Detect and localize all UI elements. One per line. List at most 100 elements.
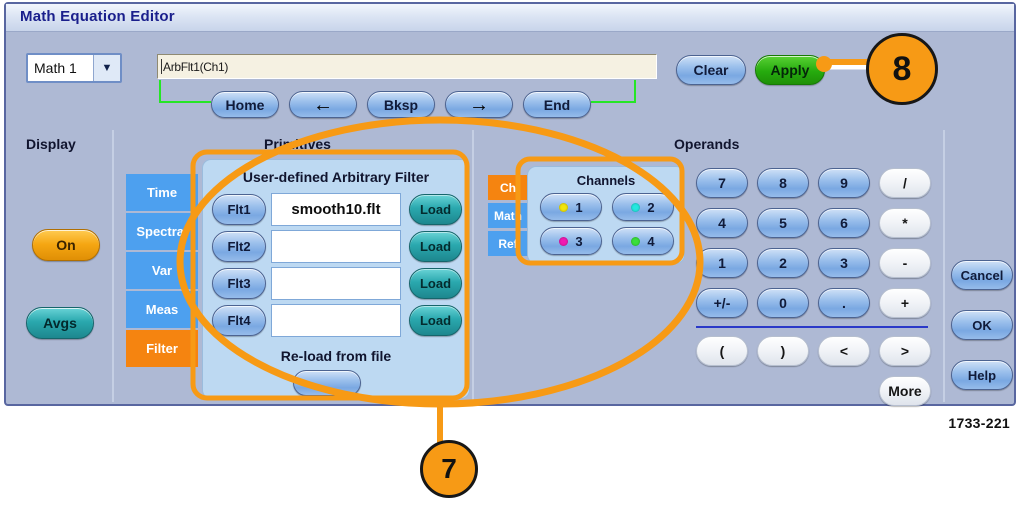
tab-var[interactable]: Var [126,252,198,289]
key-multiply[interactable]: * [879,208,931,238]
key-sign[interactable]: +/- [696,288,748,318]
channel-4-color-dot [631,236,641,246]
key-9-label: 9 [840,175,848,191]
callout-8-number: 8 [892,49,912,88]
flt4-label: Flt4 [227,313,251,328]
tab-time[interactable]: Time [126,174,198,211]
apply-button-label: Apply [770,62,810,78]
flt4-filename-input[interactable] [271,304,401,337]
key-8-label: 8 [779,175,787,191]
channels-panel: Channels 1 2 3 4 [527,166,685,264]
key-paren-open-label: ( [719,343,725,359]
display-on-button[interactable]: On [32,229,100,261]
clear-button-label: Clear [693,62,729,78]
flt2-load-button[interactable]: Load [409,231,462,262]
cancel-button[interactable]: Cancel [951,260,1013,290]
end-button[interactable]: End [523,91,591,118]
home-button-label: Home [225,96,265,113]
tab-spectral[interactable]: Spectral [126,213,198,250]
apply-button[interactable]: Apply [755,55,825,85]
ok-button[interactable]: OK [951,310,1013,340]
flt3-filename-input[interactable] [271,267,401,300]
key-9[interactable]: 9 [818,168,870,198]
key-paren-open[interactable]: ( [696,336,748,366]
channel-3-label: 3 [575,233,583,249]
reload-from-file-button[interactable] [293,370,361,396]
math-select-dropdown[interactable]: Math 1 ▼ [26,53,122,83]
backspace-button[interactable]: Bksp [367,91,435,118]
flt2-button[interactable]: Flt2 [212,231,266,262]
key-plus[interactable]: + [879,288,931,318]
key-6-label: 6 [840,215,848,231]
equation-value: ArbFlt1(Ch1) [163,59,229,74]
key-6[interactable]: 6 [818,208,870,238]
display-avgs-button[interactable]: Avgs [26,307,94,339]
channel-2-label: 2 [647,199,655,215]
tab-source-ch-label: Ch [500,180,516,195]
arbitrary-filter-panel: User-defined Arbitrary Filter Flt1 smoot… [202,159,470,399]
flt3-load-button[interactable]: Load [409,268,462,299]
flt3-button[interactable]: Flt3 [212,268,266,299]
flt1-load-label: Load [419,202,452,217]
key-3-label: 3 [840,255,848,271]
arrow-right-icon: → [469,93,489,116]
flt2-load-label: Load [419,239,452,254]
backspace-button-label: Bksp [383,96,419,113]
key-1[interactable]: 1 [696,248,748,278]
clear-button[interactable]: Clear [676,55,746,85]
key-3[interactable]: 3 [818,248,870,278]
equation-input[interactable]: ArbFlt1(Ch1) [157,54,657,79]
filter-row-3: Flt3 Load [203,266,469,302]
flt1-filename-input[interactable]: smooth10.flt [271,193,401,226]
flt2-filename-input[interactable] [271,230,401,263]
flt3-label: Flt3 [227,276,251,291]
flt1-button[interactable]: Flt1 [212,194,266,225]
key-decimal[interactable]: . [818,288,870,318]
flt1-filename-value: smooth10.flt [291,201,381,218]
key-4[interactable]: 4 [696,208,748,238]
filter-panel-title: User-defined Arbitrary Filter [242,169,430,185]
key-5[interactable]: 5 [757,208,809,238]
cursor-right-button[interactable]: → [445,91,513,118]
divider-operands-actions [943,130,945,402]
help-button[interactable]: Help [951,360,1013,390]
reload-from-file-label: Re-load from file [280,348,392,364]
flt1-load-button[interactable]: Load [409,194,462,225]
flt4-load-button[interactable]: Load [409,305,462,336]
channel-3-button[interactable]: 3 [540,227,602,255]
key-divide[interactable]: / [879,168,931,198]
callout-8: 8 [866,33,938,105]
cursor-left-button[interactable]: ← [289,91,357,118]
tab-source-math[interactable]: Math [488,203,528,228]
key-2[interactable]: 2 [757,248,809,278]
channel-4-button[interactable]: 4 [612,227,674,255]
channels-title: Channels [576,173,636,188]
key-greater-than[interactable]: > [879,336,931,366]
key-8[interactable]: 8 [757,168,809,198]
divider-primitives-operands [472,130,474,402]
home-button[interactable]: Home [211,91,279,118]
channel-2-button[interactable]: 2 [612,193,674,221]
callout-7-number: 7 [441,453,457,484]
key-0[interactable]: 0 [757,288,809,318]
key-less-than-label: < [839,343,849,359]
key-more-button[interactable]: More [879,376,931,406]
help-button-label: Help [967,367,997,383]
tab-source-ch[interactable]: Ch [488,175,528,200]
channel-1-button[interactable]: 1 [540,193,602,221]
key-7[interactable]: 7 [696,168,748,198]
key-paren-close-label: ) [780,343,786,359]
flt4-button[interactable]: Flt4 [212,305,266,336]
tab-meas-label: Meas [145,302,179,317]
key-paren-close[interactable]: ) [757,336,809,366]
tab-filter[interactable]: Filter [126,330,198,367]
key-7-label: 7 [718,175,726,191]
flt2-label: Flt2 [227,239,251,254]
tab-source-ref[interactable]: Ref [488,231,528,256]
key-less-than[interactable]: < [818,336,870,366]
display-heading: Display [26,136,76,152]
chevron-down-icon[interactable]: ▼ [93,55,120,81]
primitives-tab-strip: Time Spectral Var Meas Filter [126,174,198,369]
tab-meas[interactable]: Meas [126,291,198,328]
key-minus[interactable]: - [879,248,931,278]
